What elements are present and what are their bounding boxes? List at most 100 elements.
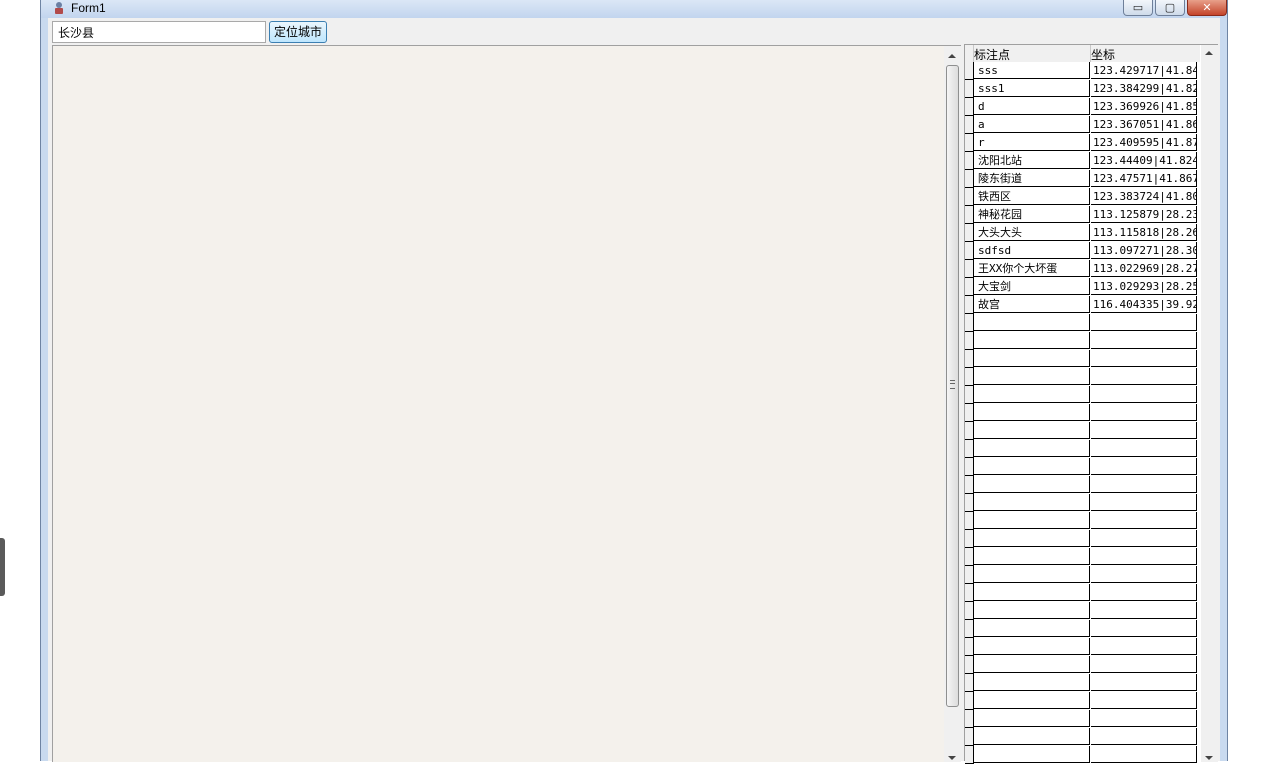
title-bar[interactable]: Form1 ▭ ▢ ✕ bbox=[41, 0, 1227, 18]
cell-name[interactable]: 大头大头 bbox=[974, 224, 1090, 241]
table-row[interactable] bbox=[965, 602, 1200, 620]
cell-name[interactable] bbox=[974, 314, 1090, 331]
cell-coord[interactable] bbox=[1091, 386, 1197, 403]
cell-coord[interactable] bbox=[1091, 332, 1197, 349]
table-row[interactable] bbox=[965, 458, 1200, 476]
row-header[interactable] bbox=[965, 350, 974, 368]
table-row[interactable]: 故宫 116.404335|39.924 bbox=[965, 296, 1200, 314]
cell-name[interactable] bbox=[974, 710, 1090, 727]
map-view[interactable] bbox=[52, 45, 945, 762]
cell-name[interactable] bbox=[974, 458, 1090, 475]
row-header[interactable] bbox=[965, 656, 974, 674]
cell-name[interactable]: sss1 bbox=[974, 80, 1090, 97]
cell-name[interactable] bbox=[974, 368, 1090, 385]
row-header[interactable] bbox=[965, 476, 974, 494]
row-header[interactable] bbox=[965, 602, 974, 620]
table-row[interactable]: 沈阳北站 123.44409|41.8243 bbox=[965, 152, 1200, 170]
cell-name[interactable]: d bbox=[974, 98, 1090, 115]
cell-coord[interactable]: 113.022969|28.275 bbox=[1091, 260, 1197, 277]
cell-name[interactable]: a bbox=[974, 116, 1090, 133]
cell-coord[interactable]: 123.383724|41.807 bbox=[1091, 188, 1197, 205]
cell-name[interactable] bbox=[974, 530, 1090, 547]
cell-coord[interactable] bbox=[1091, 710, 1197, 727]
table-row[interactable]: sss 123.429717|41.845 bbox=[965, 62, 1200, 80]
table-row[interactable]: d 123.369926|41.859 bbox=[965, 98, 1200, 116]
row-header[interactable] bbox=[965, 62, 974, 80]
cell-coord[interactable]: 116.404335|39.924 bbox=[1091, 296, 1197, 313]
table-row[interactable] bbox=[965, 350, 1200, 368]
table-row[interactable] bbox=[965, 332, 1200, 350]
row-header[interactable] bbox=[965, 584, 974, 602]
table-row[interactable] bbox=[965, 422, 1200, 440]
row-header[interactable] bbox=[965, 80, 974, 98]
cell-coord[interactable] bbox=[1091, 440, 1197, 457]
maximize-button[interactable]: ▢ bbox=[1155, 0, 1185, 16]
row-header[interactable] bbox=[965, 296, 974, 314]
grid-scrollbar[interactable] bbox=[1201, 45, 1218, 762]
cell-coord[interactable]: 113.115818|28.261 bbox=[1091, 224, 1197, 241]
cell-name[interactable]: 故宫 bbox=[974, 296, 1090, 313]
cell-name[interactable]: 陵东街道 bbox=[974, 170, 1090, 187]
row-header[interactable] bbox=[965, 152, 974, 170]
row-header[interactable] bbox=[965, 494, 974, 512]
cell-name[interactable] bbox=[974, 350, 1090, 367]
table-row[interactable] bbox=[965, 566, 1200, 584]
cell-name[interactable] bbox=[974, 620, 1090, 637]
cell-coord[interactable]: 123.367051|41.866 bbox=[1091, 116, 1197, 133]
cell-coord[interactable] bbox=[1091, 404, 1197, 421]
cell-name[interactable] bbox=[974, 512, 1090, 529]
cell-name[interactable] bbox=[974, 386, 1090, 403]
map-scrollbar-thumb[interactable] bbox=[946, 65, 959, 707]
table-row[interactable]: r 123.409595|41.879 bbox=[965, 134, 1200, 152]
table-row[interactable] bbox=[965, 674, 1200, 692]
table-row[interactable]: 大头大头 113.115818|28.261 bbox=[965, 224, 1200, 242]
cell-name[interactable] bbox=[974, 602, 1090, 619]
table-row[interactable]: 神秘花园 113.125879|28.233 bbox=[965, 206, 1200, 224]
row-header[interactable] bbox=[965, 224, 974, 242]
table-row[interactable]: 王XX你个大坏蛋 113.022969|28.275 bbox=[965, 260, 1200, 278]
table-row[interactable]: 陵东街道 123.47571|41.8675 bbox=[965, 170, 1200, 188]
row-header[interactable] bbox=[965, 314, 974, 332]
city-input[interactable] bbox=[52, 21, 266, 43]
cell-name[interactable]: 大宝剑 bbox=[974, 278, 1090, 295]
table-row[interactable] bbox=[965, 476, 1200, 494]
cell-name[interactable] bbox=[974, 404, 1090, 421]
cell-name[interactable] bbox=[974, 746, 1090, 763]
row-header[interactable] bbox=[965, 404, 974, 422]
cell-name[interactable] bbox=[974, 476, 1090, 493]
table-row[interactable] bbox=[965, 692, 1200, 710]
table-row[interactable] bbox=[965, 386, 1200, 404]
table-row[interactable] bbox=[965, 494, 1200, 512]
minimize-button[interactable]: ▭ bbox=[1123, 0, 1153, 16]
cell-name[interactable]: 王XX你个大坏蛋 bbox=[974, 260, 1090, 277]
table-row[interactable]: sss1 123.384299|41.829 bbox=[965, 80, 1200, 98]
cell-coord[interactable] bbox=[1091, 530, 1197, 547]
cell-coord[interactable] bbox=[1091, 674, 1197, 691]
table-row[interactable]: 铁西区 123.383724|41.807 bbox=[965, 188, 1200, 206]
row-header[interactable] bbox=[965, 566, 974, 584]
table-row[interactable]: a 123.367051|41.866 bbox=[965, 116, 1200, 134]
cell-coord[interactable]: 123.47571|41.8675 bbox=[1091, 170, 1197, 187]
cell-coord[interactable]: 123.429717|41.845 bbox=[1091, 62, 1197, 79]
cell-name[interactable] bbox=[974, 566, 1090, 583]
cell-coord[interactable]: 123.384299|41.829 bbox=[1091, 80, 1197, 97]
cell-coord[interactable] bbox=[1091, 620, 1197, 637]
table-row[interactable] bbox=[965, 710, 1200, 728]
cell-coord[interactable] bbox=[1091, 692, 1197, 709]
row-header[interactable] bbox=[965, 368, 974, 386]
cell-coord[interactable] bbox=[1091, 368, 1197, 385]
table-row[interactable] bbox=[965, 440, 1200, 458]
cell-name[interactable] bbox=[974, 728, 1090, 745]
row-header[interactable] bbox=[965, 332, 974, 350]
row-header[interactable] bbox=[965, 638, 974, 656]
row-header[interactable] bbox=[965, 134, 974, 152]
table-row[interactable] bbox=[965, 728, 1200, 746]
cell-name[interactable] bbox=[974, 692, 1090, 709]
cell-name[interactable] bbox=[974, 548, 1090, 565]
row-header[interactable] bbox=[965, 674, 974, 692]
row-header[interactable] bbox=[965, 98, 974, 116]
table-row[interactable] bbox=[965, 620, 1200, 638]
row-header[interactable] bbox=[965, 692, 974, 710]
cell-name[interactable]: r bbox=[974, 134, 1090, 151]
arrow-up-icon[interactable] bbox=[948, 54, 956, 58]
